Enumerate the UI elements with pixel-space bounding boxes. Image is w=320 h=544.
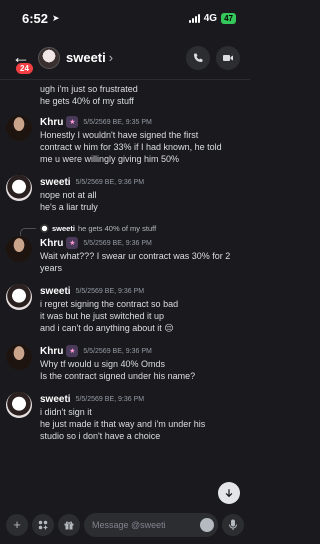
message-line[interactable]: Honestly I wouldn't have signed the firs… — [40, 129, 242, 141]
avatar[interactable] — [6, 284, 32, 310]
message-timestamp: 5/5/2569 BE, 9:36 PM — [83, 239, 152, 247]
chevron-right-icon[interactable]: › — [109, 50, 113, 65]
message-list[interactable]: ugh i'm just so frustrated he gets 40% o… — [0, 80, 250, 505]
message-author[interactable]: Khru — [40, 117, 63, 128]
back-button[interactable]: ← 24 — [10, 47, 35, 76]
message-line[interactable]: ugh i'm just so frustrated — [40, 83, 242, 95]
status-indicators: 4G 47 — [188, 12, 236, 24]
status-clock: 6:52 ➤ — [22, 11, 60, 26]
avatar[interactable] — [6, 175, 32, 201]
message-line[interactable]: i regret signing the contract so bad — [40, 298, 242, 310]
add-button[interactable]: + — [6, 513, 28, 536]
message-line[interactable]: nope not at all — [40, 189, 242, 201]
message-timestamp: 5/5/2569 BE, 9:36 PM — [83, 347, 152, 355]
gift-button[interactable] — [58, 513, 80, 536]
signal-icon — [188, 13, 200, 23]
apps-button[interactable] — [32, 513, 54, 536]
message-group[interactable]: Khru ★ 5/5/2569 BE, 9:36 PM Wait what???… — [0, 236, 250, 274]
message-line[interactable]: it was but he just switched it up — [40, 310, 242, 322]
avatar[interactable] — [6, 236, 32, 262]
message-line[interactable]: contract w him for 33% if I had known, h… — [40, 141, 242, 153]
message-timestamp: 5/5/2569 BE, 9:36 PM — [75, 395, 145, 403]
message-author[interactable]: Khru — [40, 238, 63, 249]
message-author[interactable]: sweeti — [40, 286, 71, 297]
header-title[interactable]: sweeti — [66, 50, 106, 65]
message-line[interactable]: Is the contract signed under his name? — [40, 370, 242, 382]
status-time: 6:52 — [22, 10, 49, 26]
message-group[interactable]: sweeti 5/5/2569 BE, 9:36 PM nope not at … — [0, 175, 250, 213]
message-line[interactable]: studio so i don't have a choice — [40, 430, 242, 442]
star-badge-icon: ★ — [66, 345, 79, 357]
avatar[interactable] — [6, 344, 32, 370]
avatar[interactable] — [6, 392, 32, 418]
star-badge-icon: ★ — [66, 237, 79, 249]
gift-icon — [64, 521, 74, 529]
plus-icon: + — [13, 517, 21, 532]
message-group[interactable]: sweeti 5/5/2569 BE, 9:36 PM i regret sig… — [0, 284, 250, 334]
message-author[interactable]: sweeti — [40, 177, 71, 188]
emoji-icon[interactable] — [200, 517, 214, 532]
message-input[interactable]: Message @sweeti — [84, 512, 218, 537]
message-line[interactable]: Wait what??? I swear ur contract was 30%… — [40, 250, 242, 262]
message-timestamp: 5/5/2569 BE, 9:36 PM — [75, 178, 145, 186]
message-timestamp: 5/5/2569 BE, 9:35 PM — [83, 118, 152, 126]
message-group[interactable]: ugh i'm just so frustrated he gets 40% o… — [0, 83, 250, 107]
video-call-button[interactable] — [216, 45, 240, 70]
message-group[interactable]: Khru ★ 5/5/2569 BE, 9:35 PM Honestly I w… — [0, 115, 250, 165]
message-author[interactable]: Khru — [40, 346, 63, 357]
microphone-icon — [229, 519, 237, 530]
message-line[interactable]: he's a liar truly — [40, 201, 242, 213]
message-group[interactable]: sweeti 5/5/2569 BE, 9:36 PM i didn't sig… — [0, 392, 250, 442]
star-badge-icon: ★ — [66, 116, 79, 128]
phone-icon — [194, 53, 203, 62]
voice-button[interactable] — [222, 513, 244, 536]
message-line[interactable]: me u were willingly giving him 50% — [40, 153, 242, 165]
chat-header: ← 24 sweeti › — [0, 36, 250, 80]
message-group[interactable]: Khru ★ 5/5/2569 BE, 9:36 PM Why tf would… — [0, 344, 250, 382]
reply-author: sweeti — [52, 223, 75, 233]
message-line[interactable]: he gets 40% of my stuff — [40, 95, 242, 107]
reply-avatar — [40, 223, 49, 233]
message-line[interactable]: he just made it that way and i'm under h… — [40, 418, 242, 430]
composer-bar: + Message @sweeti — [0, 505, 250, 544]
status-bar: 6:52 ➤ 4G 47 — [0, 0, 250, 36]
reply-reference[interactable]: sweeti he gets 40% of my stuff — [0, 222, 250, 236]
network-type: 4G — [203, 12, 218, 24]
video-camera-icon — [223, 54, 233, 61]
message-timestamp: 5/5/2569 BE, 9:36 PM — [75, 287, 145, 295]
reply-snippet: he gets 40% of my stuff — [77, 223, 157, 233]
battery-icon: 47 — [221, 12, 236, 24]
apps-icon — [38, 520, 48, 530]
message-author[interactable]: sweeti — [40, 394, 71, 405]
message-line[interactable]: i didn't sign it — [40, 406, 242, 418]
location-arrow-icon: ➤ — [52, 12, 60, 23]
message-line[interactable]: Why tf would u sign 40% Omds — [40, 358, 242, 370]
jump-to-latest-button[interactable] — [218, 482, 240, 504]
arrow-down-icon — [225, 489, 233, 498]
unread-badge: 24 — [14, 60, 35, 76]
reply-connector — [20, 228, 36, 236]
message-line[interactable]: and i can't do anything about it 😔 — [40, 322, 242, 334]
avatar[interactable] — [6, 115, 32, 141]
message-line[interactable]: years — [40, 262, 242, 274]
call-button[interactable] — [186, 45, 210, 70]
message-input-placeholder: Message @sweeti — [92, 519, 166, 530]
header-avatar[interactable] — [38, 46, 60, 69]
